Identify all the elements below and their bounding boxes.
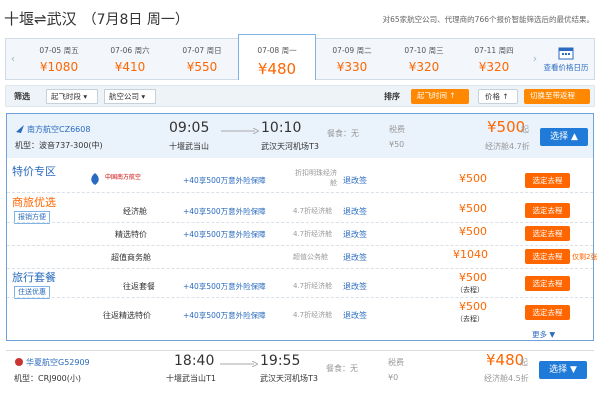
date-tab[interactable]: 07-10 周三 ¥320 [388,39,460,79]
switch-roundtrip-button[interactable]: 切换至带返程 [524,89,590,104]
cabin-class: 4.7折经济舱 [293,282,333,290]
fare-price: ¥500 [459,271,487,284]
airline-logo-icon [15,358,23,366]
price-discount: 经济舱4.5折 [484,374,529,383]
sort-depart-button[interactable]: 起飞时间 ↑ [411,89,469,104]
cabin-class: 4.7折经济舱 [293,207,333,215]
date-tab[interactable]: 07-06 周六 ¥410 [94,39,166,79]
insurance-link[interactable]: +40享500万意外险保障 [183,175,266,186]
arrive-airport: 武汉天河机场T3 [260,374,318,383]
select-flight-button[interactable]: 选择 ▲ [540,128,588,146]
date-tab[interactable]: 07-07 周日 ¥550 [166,39,238,79]
price-discount: 经济舱4.7折 [485,142,530,151]
fare-name: 超值商务舱 [111,253,151,262]
refund-rule-link[interactable]: 退改签 [343,252,367,263]
tax-label: 税费 [388,358,404,367]
arrow-icon [220,361,258,367]
prev-date-icon[interactable]: ‹ [6,39,20,79]
sort-title: 排序 [384,92,400,101]
fare-price: ¥500 [459,225,487,238]
cabin-class: 4.7折经济舱 [293,230,333,238]
section-title-business: 商旅优选 [12,196,56,209]
sort-price-button[interactable]: 价格 ↑ [478,89,518,104]
filter-bar: 筛选 起飞时段 ▾ 航空公司 ▾ 排序 起飞时间 ↑ 价格 ↑ 切换至带返程 [5,85,595,107]
depart-time-select[interactable]: 起飞时段 ▾ [46,89,98,104]
arrive-airport: 武汉天河机场T3 [261,142,319,151]
insurance-link[interactable]: +40享500万意外险保障 [183,310,266,321]
refund-rule-link[interactable]: 退改签 [343,229,367,240]
tax-value: ¥0 [388,373,399,382]
price-note: （去程） [456,286,484,294]
arrow-icon [221,128,259,134]
aircraft-model: 机型：波音737-300(中) [15,141,103,150]
airline-brand-logo: 中国南方航空 [87,172,159,186]
seats-left: 仅剩2张 [572,253,598,261]
route-text: 十堰⇌武汉 [4,10,77,28]
arrive-time: 10:10 [261,120,302,136]
airline-select[interactable]: 航空公司 ▾ [104,89,156,104]
price-note: （去程） [456,315,484,323]
insurance-link[interactable]: +40享500万意外险保障 [183,229,266,240]
airline-logo-icon [16,125,24,133]
insurance-link[interactable]: +40享500万意外险保障 [183,206,266,217]
date-tab-active[interactable]: 07-08 周一 ¥480 [238,34,316,80]
fare-name: 往返套餐 [123,282,155,291]
cabin-class: 超值公务舱 [293,253,328,261]
date-tab[interactable]: 07-05 周五 ¥1080 [24,39,94,79]
price-unit: 起 [521,125,529,134]
result-note: 对65家航空公司、代理商的766个报价智能筛选后的最优结果。 [382,15,594,24]
tax-value: ¥50 [389,140,405,149]
select-fare-button[interactable]: 选定去程 [525,276,570,291]
depart-airport: 十堰武当山T1 [166,374,216,383]
meal-info: 餐食：无 [327,129,359,138]
csair-logo-icon [91,173,99,185]
refund-rule-link[interactable]: 退改签 [343,206,367,217]
price-calendar-button[interactable]: 查看价格日历 [538,39,594,79]
fare-price: ¥1040 [453,248,488,261]
tax-label: 税费 [389,125,405,134]
flight-card: 华夏航空G52909 机型：CRJ900(小) 18:40 十堰武当山T1 19… [6,350,594,398]
route-title: 十堰⇌武汉 （7月8日 周一） [4,8,189,29]
price-unit: 起 [520,358,528,367]
airline-name: 华夏航空G52909 [26,358,90,367]
refund-rule-link[interactable]: 退改签 [343,175,367,186]
arrive-time: 19:55 [260,353,301,369]
cabin-class: 折扣明珠经济舱 [295,169,337,187]
fare-name: 经济舱 [123,207,147,216]
lowest-price: ¥480 [486,351,525,369]
date-bar: ‹ 07-05 周五 ¥1080 07-06 周六 ¥410 07-07 周日 ¥55… [5,34,595,80]
aircraft-model: 机型：CRJ900(小) [14,374,82,383]
cabin-class: 4.7折经济舱 [293,311,333,319]
insurance-link[interactable]: +40享500万意外险保障 [183,281,266,292]
depart-airport: 十堰武当山 [169,142,209,151]
filter-title: 筛选 [14,92,30,101]
section-title-package: 旅行套餐 [12,271,56,284]
fare-name: 往返精选特价 [103,311,151,320]
fare-name: 精选特价 [115,230,147,239]
airline-name: 南方航空CZ6608 [27,125,91,134]
lowest-price: ¥500 [487,118,526,136]
select-flight-button[interactable]: 选择 ▼ [539,361,587,379]
fare-price: ¥500 [459,300,487,313]
select-fare-button[interactable]: 选定去程 [525,226,570,241]
select-fare-button[interactable]: 选定去程 [525,249,570,264]
fare-price: ¥500 [459,202,487,215]
select-fare-button[interactable]: 选定去程 [525,173,570,188]
depart-time: 09:05 [169,120,210,136]
date-tab[interactable]: 07-11 周四 ¥320 [460,39,528,79]
fare-price: ¥500 [459,172,487,185]
refund-rule-link[interactable]: 退改签 [343,310,367,321]
calendar-icon [558,47,574,60]
refund-rule-link[interactable]: 退改签 [343,281,367,292]
section-title-special: 特价专区 [12,165,56,178]
depart-time: 18:40 [174,353,215,369]
flight-header: 南方航空CZ6608 机型：波音737-300(中) 09:05 十堰武当山 1… [7,114,593,158]
route-date: （7月8日 周一） [82,12,189,28]
date-tab[interactable]: 07-09 周二 ¥330 [316,39,388,79]
select-fare-button[interactable]: 选定去程 [525,203,570,218]
flight-card: 南方航空CZ6608 机型：波音737-300(中) 09:05 十堰武当山 1… [6,113,598,341]
select-fare-button[interactable]: 选定去程 [525,305,570,320]
more-fares-link[interactable]: 更多 ▼ [532,329,555,340]
meal-info: 餐食：无 [326,364,358,373]
